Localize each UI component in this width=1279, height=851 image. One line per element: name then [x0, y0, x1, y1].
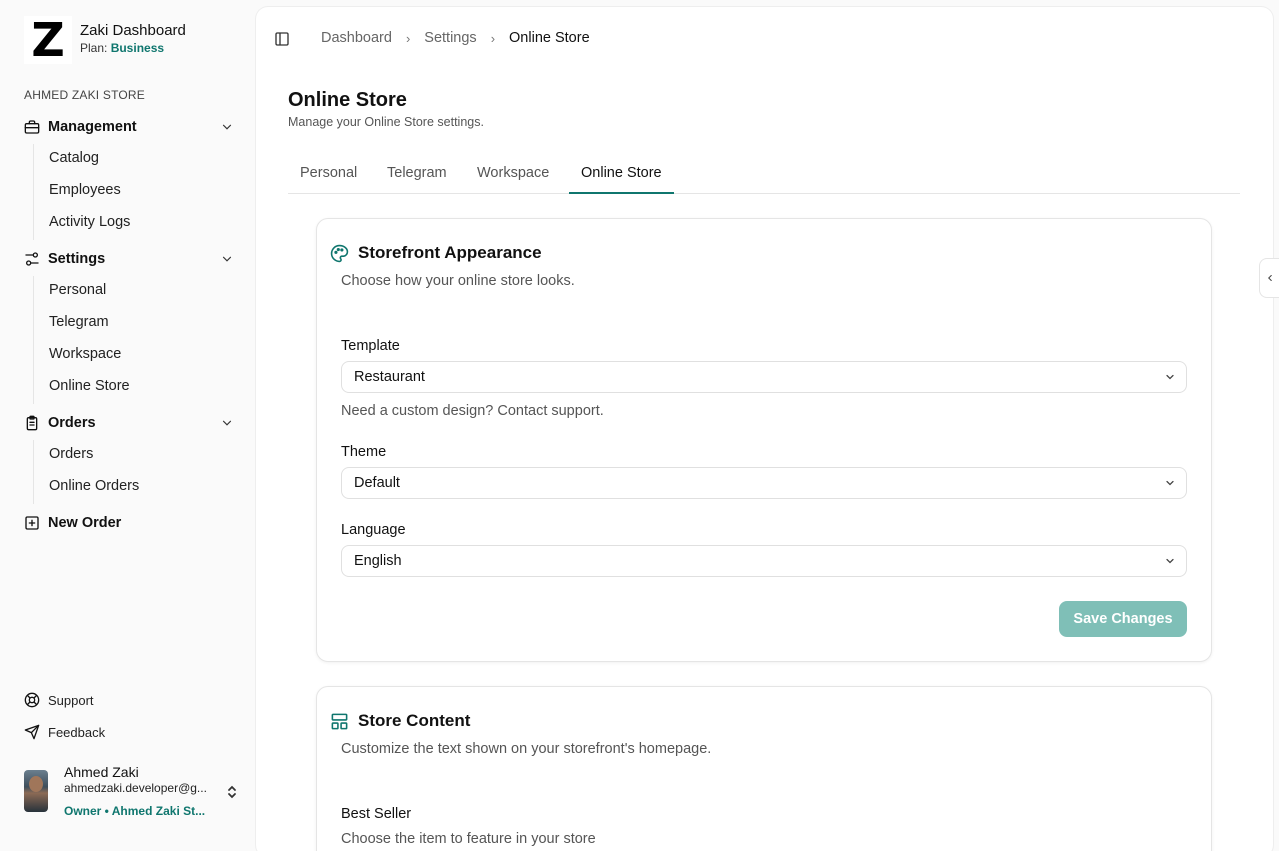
sidebar-group-orders[interactable]: Orders [24, 412, 234, 434]
card-title: Storefront Appearance [358, 243, 542, 262]
layout-icon [331, 713, 348, 729]
tab-telegram[interactable]: Telegram [375, 155, 459, 194]
sidebar-group-label: Settings [48, 251, 106, 267]
user-menu[interactable]: Ahmed Zaki ahmedzaki.developer@g... Owne… [24, 764, 244, 822]
chevron-down-icon [1166, 374, 1174, 380]
chevron-right-icon: › [405, 30, 411, 46]
sidebar-group-label: Management [48, 119, 137, 135]
chevron-down-icon [1166, 480, 1174, 486]
user-name: Ahmed Zaki [64, 764, 139, 780]
settings-sliders-icon [24, 251, 40, 267]
feedback-label: Feedback [48, 724, 106, 740]
breadcrumb: Dashboard › Settings › Online Store [321, 30, 590, 46]
avatar [24, 770, 48, 812]
sidebar-item-online-store[interactable]: Online Store [49, 378, 130, 394]
theme-select[interactable]: Default [341, 467, 1187, 499]
template-value: Restaurant [354, 369, 425, 385]
send-icon [24, 724, 40, 740]
app-name: Zaki Dashboard [80, 22, 186, 39]
sidebar-item-online-orders[interactable]: Online Orders [49, 478, 139, 494]
tree-line [33, 276, 34, 404]
sidebar-item-telegram[interactable]: Telegram [49, 314, 109, 330]
collapse-panel-button[interactable] [1259, 258, 1279, 298]
support-label: Support [48, 692, 94, 708]
chevron-down-icon[interactable] [220, 252, 234, 266]
store-label: AHMED ZAKI STORE [24, 88, 145, 102]
sidebar-item-catalog[interactable]: Catalog [49, 150, 99, 166]
storefront-appearance-card: Storefront Appearance Choose how your on… [316, 218, 1212, 662]
clipboard-icon [24, 415, 40, 431]
tree-line [33, 144, 34, 240]
app-logo[interactable]: Z [24, 16, 72, 64]
user-role: Owner • Ahmed Zaki St... [64, 804, 206, 818]
tab-personal[interactable]: Personal [288, 155, 369, 194]
plan-info: Plan: Business [80, 41, 164, 55]
best-seller-hint: Choose the item to feature in your store [341, 831, 596, 847]
plan-prefix: Plan: [80, 41, 111, 55]
sidebar-item-activity-logs[interactable]: Activity Logs [49, 214, 130, 230]
chevron-down-icon [1166, 558, 1174, 564]
feedback-link[interactable]: Feedback [24, 724, 105, 740]
card-header: Store Content [330, 711, 470, 731]
briefcase-icon [24, 119, 40, 135]
lifebuoy-icon [24, 692, 40, 708]
card-description: Customize the text shown on your storefr… [341, 741, 712, 757]
chevron-down-icon[interactable] [220, 120, 234, 134]
sidebar-group-settings[interactable]: Settings [24, 248, 234, 270]
sidebar-group-management[interactable]: Management [24, 116, 234, 138]
language-label: Language [341, 522, 406, 538]
tab-workspace[interactable]: Workspace [465, 155, 561, 194]
breadcrumb-settings[interactable]: Settings [424, 30, 476, 46]
chevron-left-icon [1267, 274, 1272, 282]
tab-online-store[interactable]: Online Store [569, 155, 674, 194]
palette-icon [330, 244, 349, 262]
template-hint: Need a custom design? Contact support. [341, 403, 604, 419]
language-value: English [354, 553, 402, 569]
sidebar-group-label: Orders [48, 415, 96, 431]
page-subtitle: Manage your Online Store settings. [288, 115, 484, 129]
breadcrumb-dashboard[interactable]: Dashboard [321, 30, 392, 46]
store-content-card: Store Content Customize the text shown o… [316, 686, 1212, 851]
sidebar-item-orders[interactable]: Orders [49, 446, 93, 462]
chevron-right-icon: › [490, 30, 496, 46]
sidebar-item-employees[interactable]: Employees [49, 182, 121, 198]
plus-square-icon [24, 515, 40, 531]
template-label: Template [341, 338, 400, 354]
sidebar-new-order[interactable]: New Order [24, 512, 234, 534]
plan-value: Business [110, 41, 165, 55]
sidebar-group-label: New Order [48, 515, 122, 531]
chevron-down-icon[interactable] [220, 416, 234, 430]
template-select[interactable]: Restaurant [341, 361, 1187, 393]
tab-bar: Personal Telegram Workspace Online Store [288, 155, 1240, 194]
support-link[interactable]: Support [24, 692, 94, 708]
sidebar-item-personal[interactable]: Personal [49, 282, 106, 298]
theme-value: Default [354, 475, 400, 491]
chevrons-up-down-icon[interactable] [226, 784, 238, 800]
sidebar-toggle-icon[interactable] [274, 31, 290, 47]
breadcrumb-current: Online Store [509, 30, 590, 46]
theme-label: Theme [341, 444, 387, 460]
best-seller-label: Best Seller [341, 806, 412, 822]
card-description: Choose how your online store looks. [341, 273, 575, 289]
language-select[interactable]: English [341, 545, 1187, 577]
sidebar: Z Zaki Dashboard Plan: Business AHMED ZA… [0, 0, 256, 851]
card-header: Storefront Appearance [330, 243, 542, 263]
sidebar-item-workspace[interactable]: Workspace [49, 346, 121, 362]
card-title: Store Content [358, 711, 471, 730]
main-panel: Dashboard › Settings › Online Store Onli… [256, 7, 1273, 851]
save-changes-button[interactable]: Save Changes [1059, 601, 1187, 637]
user-email: ahmedzaki.developer@g... [64, 781, 207, 795]
page-title: Online Store [288, 89, 407, 111]
tree-line [33, 440, 34, 504]
